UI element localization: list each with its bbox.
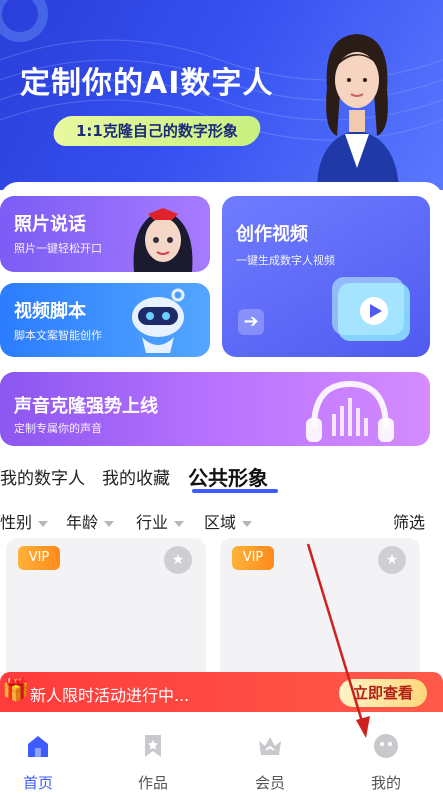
nav-mine[interactable]: 我的 [351, 732, 421, 793]
vip-badge: VIP [232, 546, 274, 570]
nav-membership-label: 会员 [254, 774, 285, 792]
filter-age-label: 年龄 [66, 513, 99, 532]
video-script-subtitle: 脚本文案智能创作 [14, 329, 102, 342]
star-icon[interactable]: ★ [164, 546, 192, 574]
create-video-title: 创作视频 [236, 224, 308, 245]
caret-down-icon [104, 520, 115, 527]
active-tab-indicator [192, 489, 278, 493]
filter-gender-label: 性别 [0, 513, 33, 532]
voice-clone-card[interactable]: 声音克隆强势上线 定制专属你的声音 [0, 372, 430, 446]
photo-talk-title: 照片说话 [14, 214, 86, 235]
vip-badge: VIP [18, 546, 60, 570]
photo-talk-card[interactable]: 照片说话 照片一键轻松开口 [0, 196, 210, 272]
filter-industry-label: 行业 [136, 513, 169, 532]
photo-talk-subtitle: 照片一键轻松开口 [14, 242, 102, 255]
nav-home[interactable]: 首页 [3, 732, 73, 793]
filter-region[interactable]: 区域 [204, 509, 253, 533]
voice-clone-title: 声音克隆强势上线 [14, 396, 158, 417]
tab-my-favorites[interactable]: 我的收藏 [102, 464, 170, 489]
caret-down-icon [38, 520, 49, 527]
gift-icon: 🎁 [2, 678, 30, 703]
caret-down-icon [174, 520, 185, 527]
play-video-icon [332, 277, 410, 341]
bookmark-icon [145, 735, 161, 757]
video-script-card[interactable]: 视频脚本 脚本文案智能创作 [0, 283, 210, 357]
voice-clone-subtitle: 定制专属你的声音 [14, 422, 102, 435]
arrow-right-icon[interactable]: ➔ [238, 309, 264, 335]
snow-white-illustration [133, 208, 193, 272]
hero-banner[interactable]: 定制你的AI数字人 1:1克隆自己的数字形象 [0, 0, 443, 190]
nav-works-label: 作品 [137, 774, 168, 792]
view-now-button[interactable]: 立即查看 [338, 679, 427, 707]
robot-icon [132, 288, 185, 353]
filter-age[interactable]: 年龄 [66, 509, 115, 533]
home-icon [28, 736, 48, 757]
filter-industry[interactable]: 行业 [136, 509, 185, 533]
nav-membership[interactable]: 会员 [235, 732, 305, 793]
headphones-icon [306, 380, 394, 442]
banner-title: 定制你的AI数字人 [20, 66, 274, 101]
avatar-card[interactable]: VIP ★ [6, 538, 206, 688]
digital-human-portrait [317, 34, 399, 190]
star-icon[interactable]: ★ [378, 546, 406, 574]
tab-public-avatars[interactable]: 公共形象 [188, 462, 268, 491]
app-screen: 定制你的AI数字人 1:1克隆自己的数字形象 照片说话 照片一键轻松开口 视频脚… [0, 0, 443, 793]
smile-face-icon [374, 734, 398, 758]
bottom-nav: 首页 作品 会员 我的 [0, 712, 443, 793]
create-video-subtitle: 一键生成数字人视频 [236, 254, 335, 267]
avatar-card[interactable]: VIP ★ [220, 538, 420, 688]
video-script-title: 视频脚本 [14, 301, 86, 322]
nav-home-label: 首页 [22, 774, 53, 792]
filter-region-label: 区域 [204, 513, 237, 532]
filter-button[interactable]: 筛选 [393, 509, 425, 533]
tab-my-digital-human[interactable]: 我的数字人 [0, 464, 85, 489]
promo-text: 新人限时活动进行中... [30, 686, 190, 705]
nav-works[interactable]: 作品 [118, 732, 188, 793]
caret-down-icon [242, 520, 253, 527]
filter-gender[interactable]: 性别 [0, 509, 49, 533]
nav-mine-label: 我的 [370, 774, 401, 792]
banner-subtitle-pill: 1:1克隆自己的数字形象 [50, 116, 264, 146]
create-video-card[interactable]: 创作视频 一键生成数字人视频 ➔ [222, 196, 430, 357]
promo-bar[interactable]: 🎁 新人限时活动进行中... 立即查看 [0, 672, 443, 712]
crown-icon [259, 737, 281, 755]
